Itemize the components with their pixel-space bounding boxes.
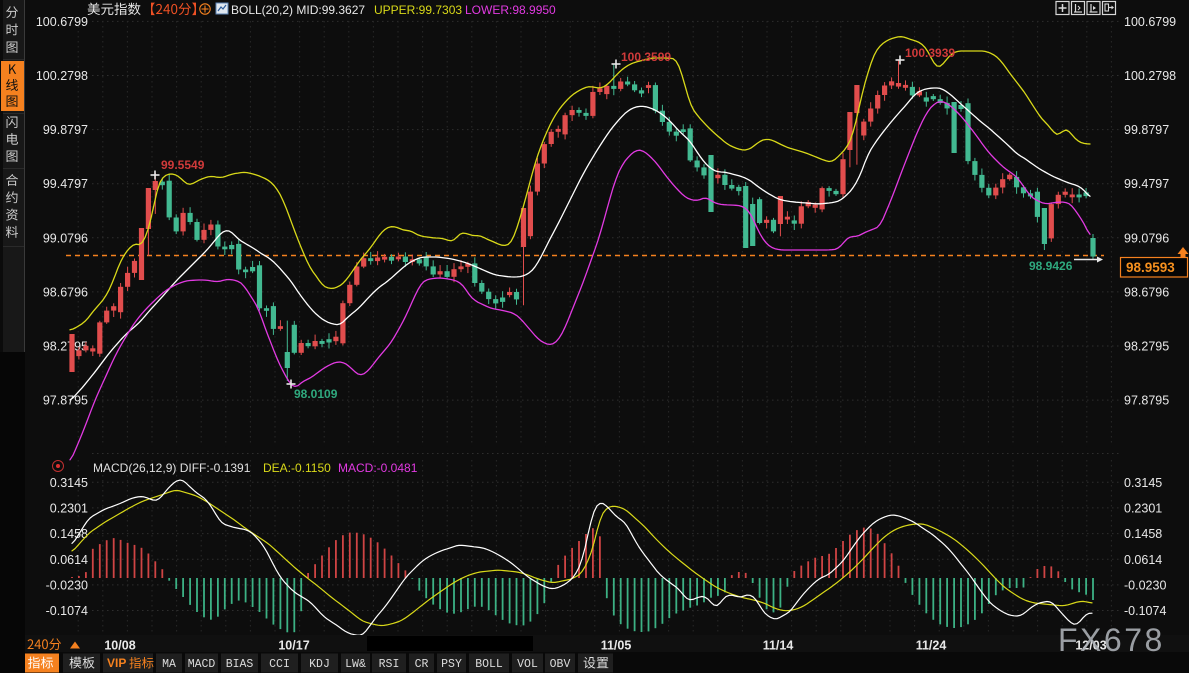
- svg-text:97.8795: 97.8795: [1124, 394, 1169, 408]
- svg-text:MACD: MACD: [188, 658, 216, 671]
- svg-text:100.6799: 100.6799: [1124, 15, 1176, 29]
- svg-text:100.2798: 100.2798: [1124, 69, 1176, 83]
- svg-text:BOLL: BOLL: [475, 658, 503, 671]
- svg-text:100.2798: 100.2798: [36, 69, 88, 83]
- svg-text:11/24: 11/24: [916, 639, 947, 653]
- svg-text:0.0614: 0.0614: [1124, 553, 1162, 567]
- svg-text:99.5549: 99.5549: [161, 158, 205, 172]
- svg-text:10/08: 10/08: [104, 639, 135, 653]
- svg-text:99.4797: 99.4797: [1124, 177, 1169, 191]
- svg-text:-0.1074: -0.1074: [1124, 604, 1166, 618]
- svg-text:BOLL(20,2) MID:99.3627: BOLL(20,2) MID:99.3627: [231, 3, 365, 17]
- svg-text:-0.1074: -0.1074: [46, 604, 88, 618]
- svg-text:MACD:-0.0481: MACD:-0.0481: [338, 461, 418, 475]
- svg-text:CR: CR: [415, 658, 429, 671]
- svg-text:99.8797: 99.8797: [1124, 123, 1169, 137]
- svg-text:UPPER:99.7303: UPPER:99.7303: [374, 3, 462, 17]
- svg-text:0.3145: 0.3145: [1124, 476, 1162, 490]
- svg-text:VIP: VIP: [107, 656, 126, 670]
- svg-text:CCI: CCI: [269, 658, 290, 671]
- svg-text:RSI: RSI: [379, 658, 400, 671]
- svg-text:0.0614: 0.0614: [50, 553, 88, 567]
- svg-text:LOWER:98.9950: LOWER:98.9950: [465, 3, 556, 17]
- svg-text:98.9426: 98.9426: [1029, 259, 1073, 273]
- svg-text:MA: MA: [162, 658, 176, 671]
- svg-text:100.3599: 100.3599: [621, 50, 671, 64]
- svg-text:99.0796: 99.0796: [43, 231, 88, 245]
- svg-text:KDJ: KDJ: [309, 658, 330, 671]
- svg-text:MACD(26,12,9) DIFF:-0.1391: MACD(26,12,9) DIFF:-0.1391: [93, 461, 251, 475]
- svg-text:97.8795: 97.8795: [43, 394, 88, 408]
- svg-text:11/14: 11/14: [763, 639, 794, 653]
- svg-text:PSY: PSY: [441, 658, 462, 671]
- svg-text:98.2795: 98.2795: [1124, 340, 1169, 354]
- svg-text:0.1458: 0.1458: [1124, 527, 1162, 541]
- svg-text:-0.0230: -0.0230: [1124, 578, 1166, 592]
- svg-text:98.0109: 98.0109: [294, 387, 338, 401]
- svg-text:99.0796: 99.0796: [1124, 231, 1169, 245]
- svg-text:DEA:-0.1150: DEA:-0.1150: [263, 461, 331, 475]
- svg-text:FX678: FX678: [1058, 622, 1165, 658]
- svg-text:BIAS: BIAS: [226, 658, 254, 671]
- svg-text:11/05: 11/05: [601, 639, 632, 653]
- svg-text:0.2301: 0.2301: [1124, 502, 1162, 516]
- svg-text:98.6796: 98.6796: [1124, 285, 1169, 299]
- svg-text:-0.0230: -0.0230: [46, 578, 88, 592]
- svg-text:99.8797: 99.8797: [43, 123, 88, 137]
- svg-text:99.4797: 99.4797: [43, 177, 88, 191]
- svg-text:0.3145: 0.3145: [50, 476, 88, 490]
- svg-text:0.2301: 0.2301: [50, 502, 88, 516]
- svg-text:LW&: LW&: [345, 658, 366, 671]
- svg-text:100.3939: 100.3939: [905, 46, 955, 60]
- svg-text:VOL: VOL: [517, 658, 538, 671]
- svg-text:98.9593: 98.9593: [1126, 260, 1175, 275]
- svg-text:10/17: 10/17: [278, 639, 309, 653]
- svg-text:98.6796: 98.6796: [43, 285, 88, 299]
- svg-text:100.6799: 100.6799: [36, 15, 88, 29]
- svg-text:OBV: OBV: [550, 658, 571, 671]
